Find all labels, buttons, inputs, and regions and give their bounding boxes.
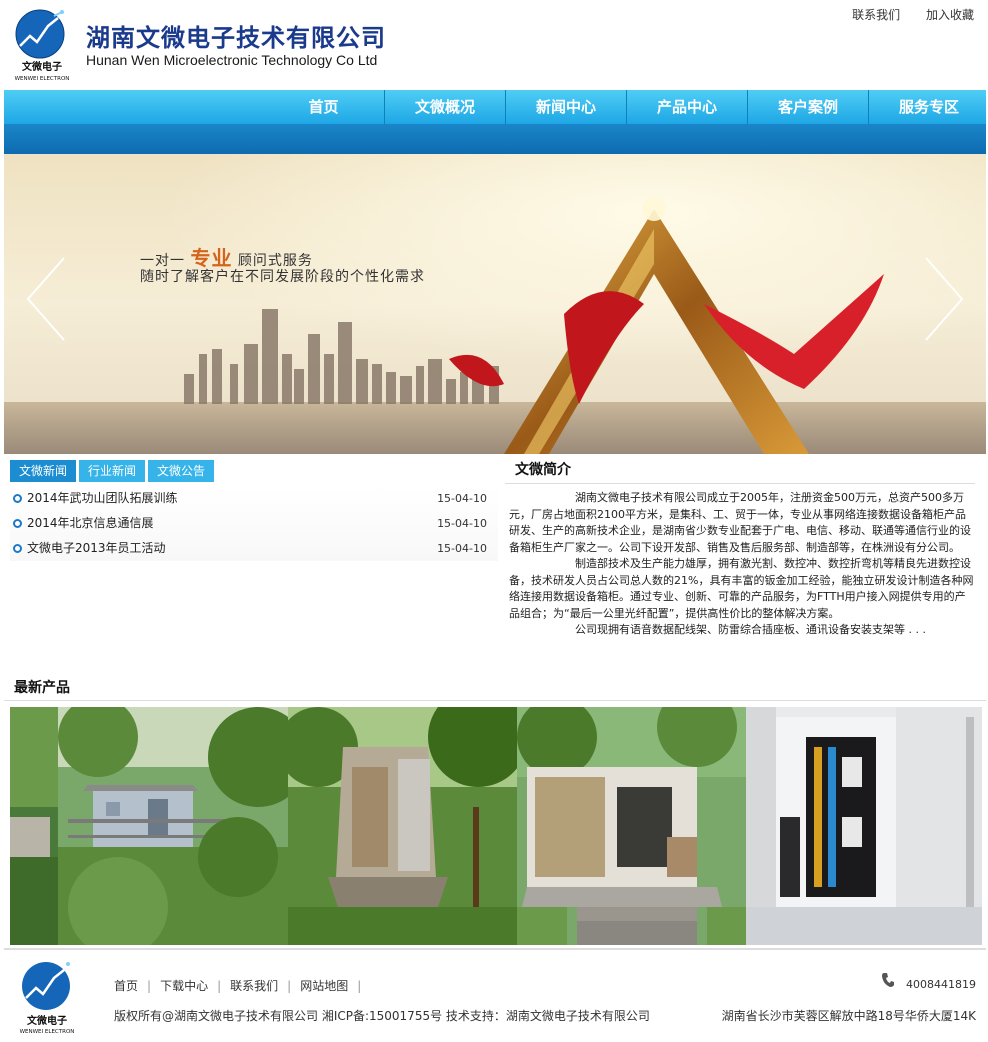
product-image[interactable]	[288, 707, 517, 945]
footer-phone: 4008441819	[881, 972, 976, 991]
nav-item-cases[interactable]: 客户案例	[747, 90, 868, 124]
products-title: 最新产品	[14, 680, 70, 696]
footer-link-contact[interactable]: 联系我们	[230, 979, 278, 993]
product-image[interactable]	[10, 707, 58, 945]
bullet-icon	[13, 494, 22, 503]
separator: |	[357, 979, 362, 993]
footer-links: 首页 | 下载中心 | 联系我们 | 网站地图 |	[114, 977, 370, 994]
news-date: 15-04-10	[437, 542, 487, 555]
banner-slogan-line2: 随时了解客户在不同发展阶段的个性化需求	[140, 269, 425, 285]
tab-company-news[interactable]: 文微新闻	[10, 460, 77, 482]
separator: |	[287, 979, 292, 993]
header: 文微电子 WENWEI ELECTRON 湖南文微电子技术有限公司 Hunan …	[0, 0, 988, 90]
footer-link-sitemap[interactable]: 网站地图	[300, 979, 348, 993]
divider	[4, 700, 986, 701]
banner-image	[4, 154, 986, 454]
footer-logo-subtext: WENWEI ELECTRON	[20, 1029, 75, 1035]
intro-paragraph: 制造部技术及生产能力雄厚，拥有激光割、数控冲、数控折弯机等精良先进数控设备，技术…	[509, 557, 974, 620]
footer-logo-text: 文微电子	[27, 1014, 67, 1027]
news-title[interactable]: 2014年北京信息通信展	[27, 511, 154, 536]
footer-divider	[4, 948, 986, 950]
logo-subtext: WENWEI ELECTRON	[15, 76, 70, 82]
intro-body: 湖南文微电子技术有限公司成立于2005年，注册资金500万元，总资产500多万元…	[505, 490, 975, 639]
nav-item-products[interactable]: 产品中心	[626, 90, 747, 124]
nav-item-about[interactable]: 文微概况	[384, 90, 505, 124]
product-image[interactable]	[746, 707, 982, 945]
add-favorite-link[interactable]: 加入收藏	[926, 8, 974, 22]
banner-prev-arrow-icon[interactable]	[24, 254, 70, 344]
products-gallery	[10, 707, 982, 945]
company-intro: 文微简介 湖南文微电子技术有限公司成立于2005年，注册资金500万元，总资产5…	[505, 458, 975, 668]
banner-slider: 一对一 专业 顾问式服务 随时了解客户在不同发展阶段的个性化需求	[4, 154, 986, 454]
contact-us-link[interactable]: 联系我们	[852, 8, 900, 22]
intro-paragraph: 湖南文微电子技术有限公司成立于2005年，注册资金500万元，总资产500多万元…	[509, 491, 971, 554]
news-item[interactable]: 文微电子2013年员工活动 15-04-10	[10, 536, 498, 561]
main-nav: 首页 文微概况 新闻中心 产品中心 客户案例 服务专区	[4, 90, 986, 124]
copyright-text: 版权所有@湖南文微电子技术有限公司 湘ICP备:15001755号 技术支持：湖…	[114, 1009, 650, 1023]
footer-logo: 文微电子 WENWEI ELECTRON	[16, 958, 78, 1036]
nav-item-service[interactable]: 服务专区	[868, 90, 988, 124]
company-logo[interactable]: 文微电子 WENWEI ELECTRON	[10, 6, 74, 82]
tab-industry-news[interactable]: 行业新闻	[79, 460, 146, 482]
logo-text: 文微电子	[22, 60, 62, 73]
news-title[interactable]: 2014年武功山团队拓展训练	[27, 486, 178, 511]
product-image[interactable]	[58, 707, 288, 945]
news-date: 15-04-10	[437, 517, 487, 530]
nav-item-news[interactable]: 新闻中心	[505, 90, 626, 124]
phone-icon	[881, 972, 895, 991]
footer-link-download[interactable]: 下载中心	[160, 979, 208, 993]
intro-paragraph: 公司现拥有语音数据配线架、防雷综合插座板、通讯设备安装支架等 . . .	[575, 623, 926, 636]
nav-item-home[interactable]: 首页	[263, 90, 384, 124]
company-address: 湖南省长沙市芙蓉区解放中路18号华侨大厦14K	[721, 1009, 976, 1023]
separator: |	[147, 979, 152, 993]
news-item[interactable]: 2014年武功山团队拓展训练 15-04-10	[10, 486, 498, 511]
banner-next-arrow-icon[interactable]	[920, 254, 966, 344]
separator: |	[217, 979, 222, 993]
footer-link-home[interactable]: 首页	[114, 979, 138, 993]
news-title[interactable]: 文微电子2013年员工活动	[27, 536, 166, 561]
company-name-en: Hunan Wen Microelectronic Technology Co …	[86, 52, 378, 68]
intro-title: 文微简介	[505, 458, 975, 484]
bullet-icon	[13, 519, 22, 528]
news-list: 2014年武功山团队拓展训练 15-04-10 2014年北京信息通信展 15-…	[10, 486, 498, 561]
news-item[interactable]: 2014年北京信息通信展 15-04-10	[10, 511, 498, 536]
news-tabs: 文微新闻 行业新闻 文微公告	[10, 460, 498, 482]
nav-sub-bar	[4, 124, 986, 154]
product-image[interactable]	[517, 707, 746, 945]
top-links: 联系我们 加入收藏	[830, 6, 974, 23]
news-section: 文微新闻 行业新闻 文微公告 2014年武功山团队拓展训练 15-04-10 2…	[10, 460, 498, 570]
news-date: 15-04-10	[437, 492, 487, 505]
bullet-icon	[13, 544, 22, 553]
phone-number: 4008441819	[906, 978, 976, 991]
tab-announcements[interactable]: 文微公告	[148, 460, 215, 482]
company-name-cn: 湖南文微电子技术有限公司	[86, 24, 386, 52]
